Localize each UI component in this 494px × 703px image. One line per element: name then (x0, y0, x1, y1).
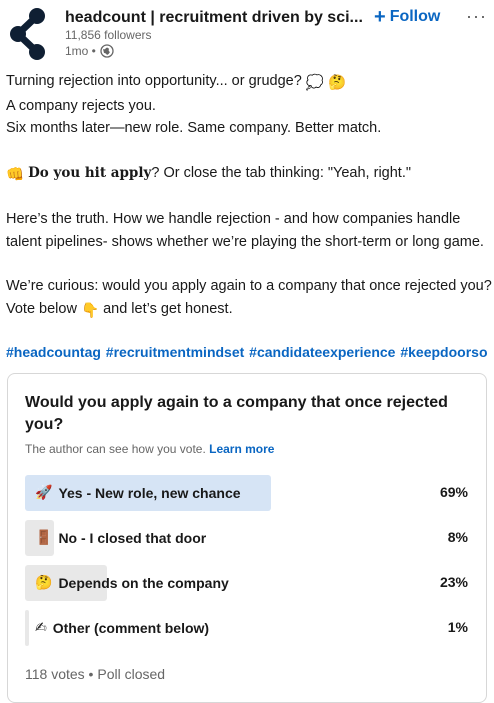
post-time: 1mo • (65, 44, 96, 58)
company-logo[interactable] (10, 6, 50, 62)
post-line: talent pipelines- shows whether we’re pl… (6, 233, 484, 250)
globe-icon (100, 44, 114, 58)
door-icon: 🚪 (35, 529, 53, 545)
poll-option-label: Depends on the company (58, 574, 229, 591)
poll-option-label: Other (comment below) (52, 619, 210, 636)
poll-option[interactable]: 🤔 Depends on the company 23% (25, 565, 471, 601)
post-line: We’re curious: would you apply again to … (6, 278, 492, 294)
plus-icon: + (374, 6, 386, 28)
thinking-face-icon: 🤔 (35, 574, 53, 590)
point-down-icon: 👇 (80, 302, 100, 319)
learn-more-link[interactable]: Learn more (209, 442, 274, 456)
poll-option[interactable]: 🚪 No - I closed that door 8% (25, 520, 471, 556)
rocket-icon: 🚀 (35, 484, 53, 500)
hashtag-row: #headcountag #recruitmentmindset #candid… (6, 344, 488, 360)
post-line: Six months later—new role. Same company.… (6, 120, 382, 136)
poll-option-percent: 8% (447, 529, 468, 545)
poll-card: Would you apply again to a company that … (7, 373, 487, 703)
post-line: A company rejects you. (6, 97, 156, 114)
company-name[interactable]: headcount | recruitment driven by sci... (65, 9, 365, 27)
poll-option-percent: 69% (439, 484, 468, 500)
fist-bump-icon: 👊 (6, 166, 25, 183)
thinking-face-icon: 🤔 (327, 75, 347, 91)
poll-note-text: The author can see how you vote. (25, 442, 206, 456)
post-text: Vote below (6, 300, 77, 317)
poll-option[interactable]: 🚀 Yes - New role, new chance 69% (25, 475, 471, 511)
post-header: headcount | recruitment driven by sci...… (0, 0, 494, 66)
hashtag-link[interactable]: #candidateexperience (249, 344, 395, 360)
poll-option-label: Yes - New role, new chance (58, 484, 241, 501)
thought-bubble-icon: 💭 (305, 75, 324, 91)
hashtag-link[interactable]: #recruitmentmindset (106, 344, 244, 360)
post-text: and let’s get honest. (103, 300, 233, 317)
poll-option-percent: 1% (447, 619, 468, 635)
poll-question: Would you apply again to a company that … (25, 394, 448, 433)
post-line: Turning rejection into opportunity... or… (6, 70, 494, 95)
poll-option[interactable]: ✍ Other (comment below) 1% (25, 610, 471, 646)
poll-note: The author can see how you vote. Learn m… (25, 442, 274, 456)
post-meta: 1mo • (65, 44, 114, 58)
post-text: ? Or close the tab thinking: "Yeah, righ… (151, 164, 411, 181)
hashtag-link[interactable]: #keepdoorso (400, 344, 487, 360)
post-line: Here’s the truth. How we handle rejectio… (6, 211, 461, 227)
follower-count: 11,856 followers (65, 28, 152, 42)
poll-option-label: No - I closed that door (58, 529, 207, 546)
follow-button[interactable]: + Follow (374, 6, 441, 28)
post-body: Turning rejection into opportunity... or… (6, 70, 494, 322)
hashtag-link[interactable]: #headcountag (6, 344, 101, 360)
post-line: 👊 Do you hit apply? Or close the tab thi… (6, 162, 494, 187)
poll-result-bar (25, 610, 29, 646)
more-options-icon[interactable]: ··· (466, 6, 487, 27)
poll-option-percent: 23% (439, 574, 468, 590)
writing-hand-icon: ✍ (35, 619, 47, 635)
post-line: Vote below 👇 and let’s get honest. (6, 298, 494, 323)
post-text: Turning rejection into opportunity... or… (6, 73, 302, 89)
follow-label: Follow (389, 8, 441, 25)
poll-footer: 118 votes • Poll closed (25, 666, 166, 682)
post-bold-text: Do you hit apply (28, 164, 152, 181)
